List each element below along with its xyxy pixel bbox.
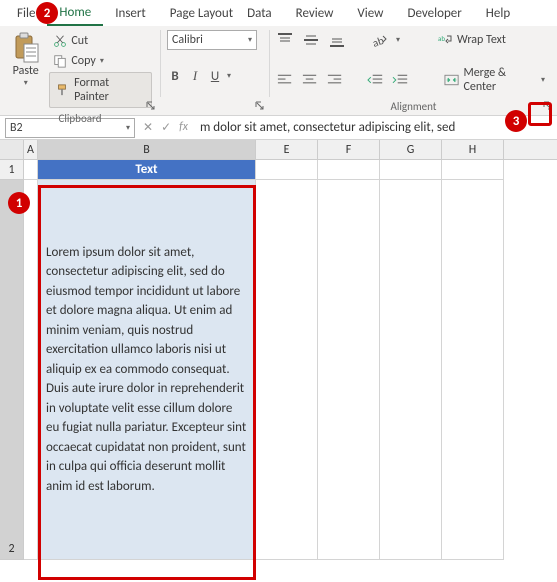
svg-text:ab: ab xyxy=(438,34,445,43)
underline-button[interactable]: U xyxy=(207,68,223,84)
merge-center-label: Merge & Center xyxy=(463,66,537,94)
cell-g2[interactable] xyxy=(380,180,442,560)
wrap-text-button[interactable]: ab Wrap Text xyxy=(430,30,513,50)
align-middle-icon[interactable] xyxy=(302,32,320,48)
align-top-icon[interactable] xyxy=(276,32,294,48)
row-1: 1 Text xyxy=(0,160,557,180)
row-2: 2 Lorem ipsum dolor sit amet, consectetu… xyxy=(0,180,557,560)
row-header-1[interactable]: 1 xyxy=(0,160,24,180)
cell-b2[interactable]: Lorem ipsum dolor sit amet, consectetur … xyxy=(38,180,256,560)
clipboard-dialog-launcher[interactable] xyxy=(144,99,158,113)
orientation-icon[interactable]: ab xyxy=(370,32,388,48)
chevron-down-icon: ▾ xyxy=(24,78,28,88)
cell-h2[interactable] xyxy=(442,180,504,560)
menu-insert[interactable]: Insert xyxy=(103,2,158,25)
alignment-group: ab ▾ ab Wrap Text Merge & Center xyxy=(270,26,557,115)
col-header-f[interactable]: F xyxy=(318,140,380,159)
clipboard-group: Paste ▾ Cut Copy ▾ Format Painter C xyxy=(0,26,160,115)
paste-label: Paste xyxy=(13,64,39,78)
cell-e2[interactable] xyxy=(256,180,318,560)
cell-a1[interactable] xyxy=(24,160,38,180)
font-name-value: Calibri xyxy=(172,33,203,47)
chevron-down-icon[interactable]: ▾ xyxy=(227,71,231,81)
font-name-dropdown[interactable]: Calibri ▾ xyxy=(167,30,257,50)
grid: A B E F G H 1 Text 2 Lorem ipsum dolor s… xyxy=(0,140,557,560)
wrap-text-icon: ab xyxy=(437,33,453,47)
enter-icon[interactable]: ✓ xyxy=(161,120,171,135)
col-header-h[interactable]: H xyxy=(442,140,504,159)
cut-button[interactable]: Cut xyxy=(49,32,152,50)
chevron-down-icon: ▾ xyxy=(248,35,252,45)
cell-f2[interactable] xyxy=(318,180,380,560)
align-right-icon[interactable] xyxy=(326,72,343,88)
copy-button[interactable]: Copy ▾ xyxy=(49,52,152,70)
font-group: Calibri ▾ B I U ▾ xyxy=(161,26,269,115)
launcher-icon xyxy=(255,101,265,111)
scissors-icon xyxy=(53,34,67,48)
chevron-down-icon: ▾ xyxy=(541,75,545,85)
fx-icon[interactable]: fx xyxy=(179,120,188,135)
chevron-down-icon[interactable]: ▾ xyxy=(396,35,400,45)
align-left-icon[interactable] xyxy=(276,72,293,88)
annotation-3-ring xyxy=(528,102,552,126)
font-group-label xyxy=(167,111,263,115)
format-painter-label: Format Painter xyxy=(74,76,145,104)
annotation-3: 3 xyxy=(505,110,527,132)
align-bottom-icon[interactable] xyxy=(328,32,346,48)
cell-f1[interactable] xyxy=(318,160,380,180)
col-header-b[interactable]: B xyxy=(38,140,256,159)
menu-page-layout[interactable]: Page Layout xyxy=(158,2,245,25)
col-header-e[interactable]: E xyxy=(256,140,318,159)
cell-h1[interactable] xyxy=(442,160,504,180)
cell-g1[interactable] xyxy=(380,160,442,180)
menu-view[interactable]: View xyxy=(345,2,395,25)
cut-label: Cut xyxy=(71,34,88,48)
font-dialog-launcher[interactable] xyxy=(253,99,267,113)
launcher-icon xyxy=(146,101,156,111)
decrease-indent-icon[interactable] xyxy=(367,72,384,88)
ribbon: Paste ▾ Cut Copy ▾ Format Painter C xyxy=(0,26,557,116)
annotation-2: 2 xyxy=(36,2,58,24)
increase-indent-icon[interactable] xyxy=(392,72,409,88)
annotation-1: 1 xyxy=(8,192,30,214)
menu-help[interactable]: Help xyxy=(474,2,522,25)
paste-icon xyxy=(12,32,40,64)
copy-icon xyxy=(53,54,67,68)
copy-label: Copy xyxy=(71,54,95,68)
wrap-text-label: Wrap Text xyxy=(457,33,506,47)
cell-b1[interactable]: Text xyxy=(38,160,256,180)
row-header-2[interactable]: 2 xyxy=(0,180,24,560)
menubar: File Home Insert Page Layout Data Review… xyxy=(0,0,557,26)
column-headers: A B E F G H xyxy=(0,140,557,160)
menu-review[interactable]: Review xyxy=(284,2,346,25)
chevron-down-icon: ▾ xyxy=(100,56,104,66)
select-all-corner[interactable] xyxy=(0,140,24,159)
clipboard-group-label: Clipboard xyxy=(6,110,154,127)
align-center-icon[interactable] xyxy=(301,72,318,88)
merge-icon xyxy=(444,73,459,87)
italic-button[interactable]: I xyxy=(187,68,203,84)
cell-e1[interactable] xyxy=(256,160,318,180)
cell-a2[interactable] xyxy=(24,180,38,560)
formula-input[interactable]: m dolor sit amet, consectetur adipiscing… xyxy=(196,118,557,137)
bold-button[interactable]: B xyxy=(167,68,183,84)
menu-data[interactable]: Data xyxy=(235,2,284,25)
col-header-g[interactable]: G xyxy=(380,140,442,159)
format-painter-button[interactable]: Format Painter xyxy=(49,72,152,108)
col-header-a[interactable]: A xyxy=(24,140,38,159)
merge-center-button[interactable]: Merge & Center ▾ xyxy=(438,64,551,96)
paste-button[interactable]: Paste ▾ xyxy=(6,30,45,110)
menu-developer[interactable]: Developer xyxy=(395,2,473,25)
paintbrush-icon xyxy=(56,83,70,97)
